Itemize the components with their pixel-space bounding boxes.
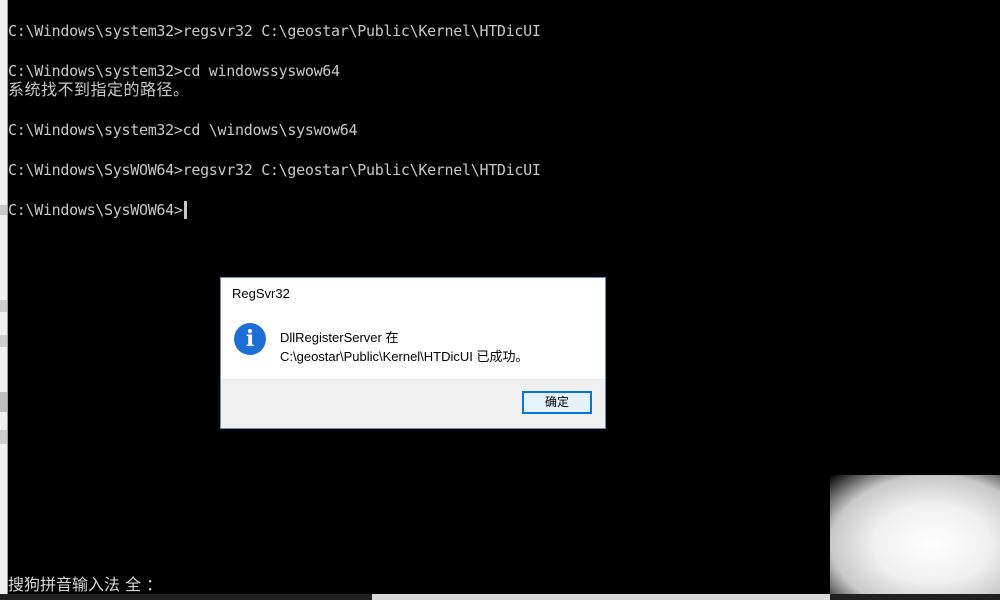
ime-status-bar[interactable]: 搜狗拼音输入法 全 ： (8, 574, 162, 596)
console-line: 系统找不到指定的路径。 (8, 80, 190, 99)
dialog-footer: 确定 (221, 379, 605, 428)
dialog-message: DllRegisterServer 在 C:\geostar\Public\Ke… (280, 328, 529, 366)
console-line: C:\Windows\system32>cd \windows\syswow64 (8, 121, 358, 139)
console-line: C:\Windows\SysWOW64>regsvr32 C:\geostar\… (8, 161, 541, 179)
console-prompt: C:\Windows\SysWOW64> (8, 201, 183, 219)
taskbar-edge (0, 594, 1000, 600)
desktop-screen: C:\Windows\system32>regsvr32 C:\geostar\… (0, 0, 1000, 600)
regsvr32-dialog: RegSvr32 i DllRegisterServer 在 C:\geosta… (220, 277, 606, 429)
background-window-edge (0, 0, 8, 600)
ok-button[interactable]: 确定 (522, 391, 592, 414)
dialog-message-line: DllRegisterServer 在 (280, 330, 399, 345)
console-line: C:\Windows\system32>cd windowssyswow64 (8, 62, 340, 80)
screen-glare (830, 475, 1000, 600)
info-icon: i (234, 323, 266, 355)
console-line: C:\Windows\system32>regsvr32 C:\geostar\… (8, 22, 541, 40)
dialog-message-line: C:\geostar\Public\Kernel\HTDicUI 已成功。 (280, 349, 529, 364)
dialog-title: RegSvr32 (232, 286, 290, 301)
text-cursor (184, 201, 187, 219)
